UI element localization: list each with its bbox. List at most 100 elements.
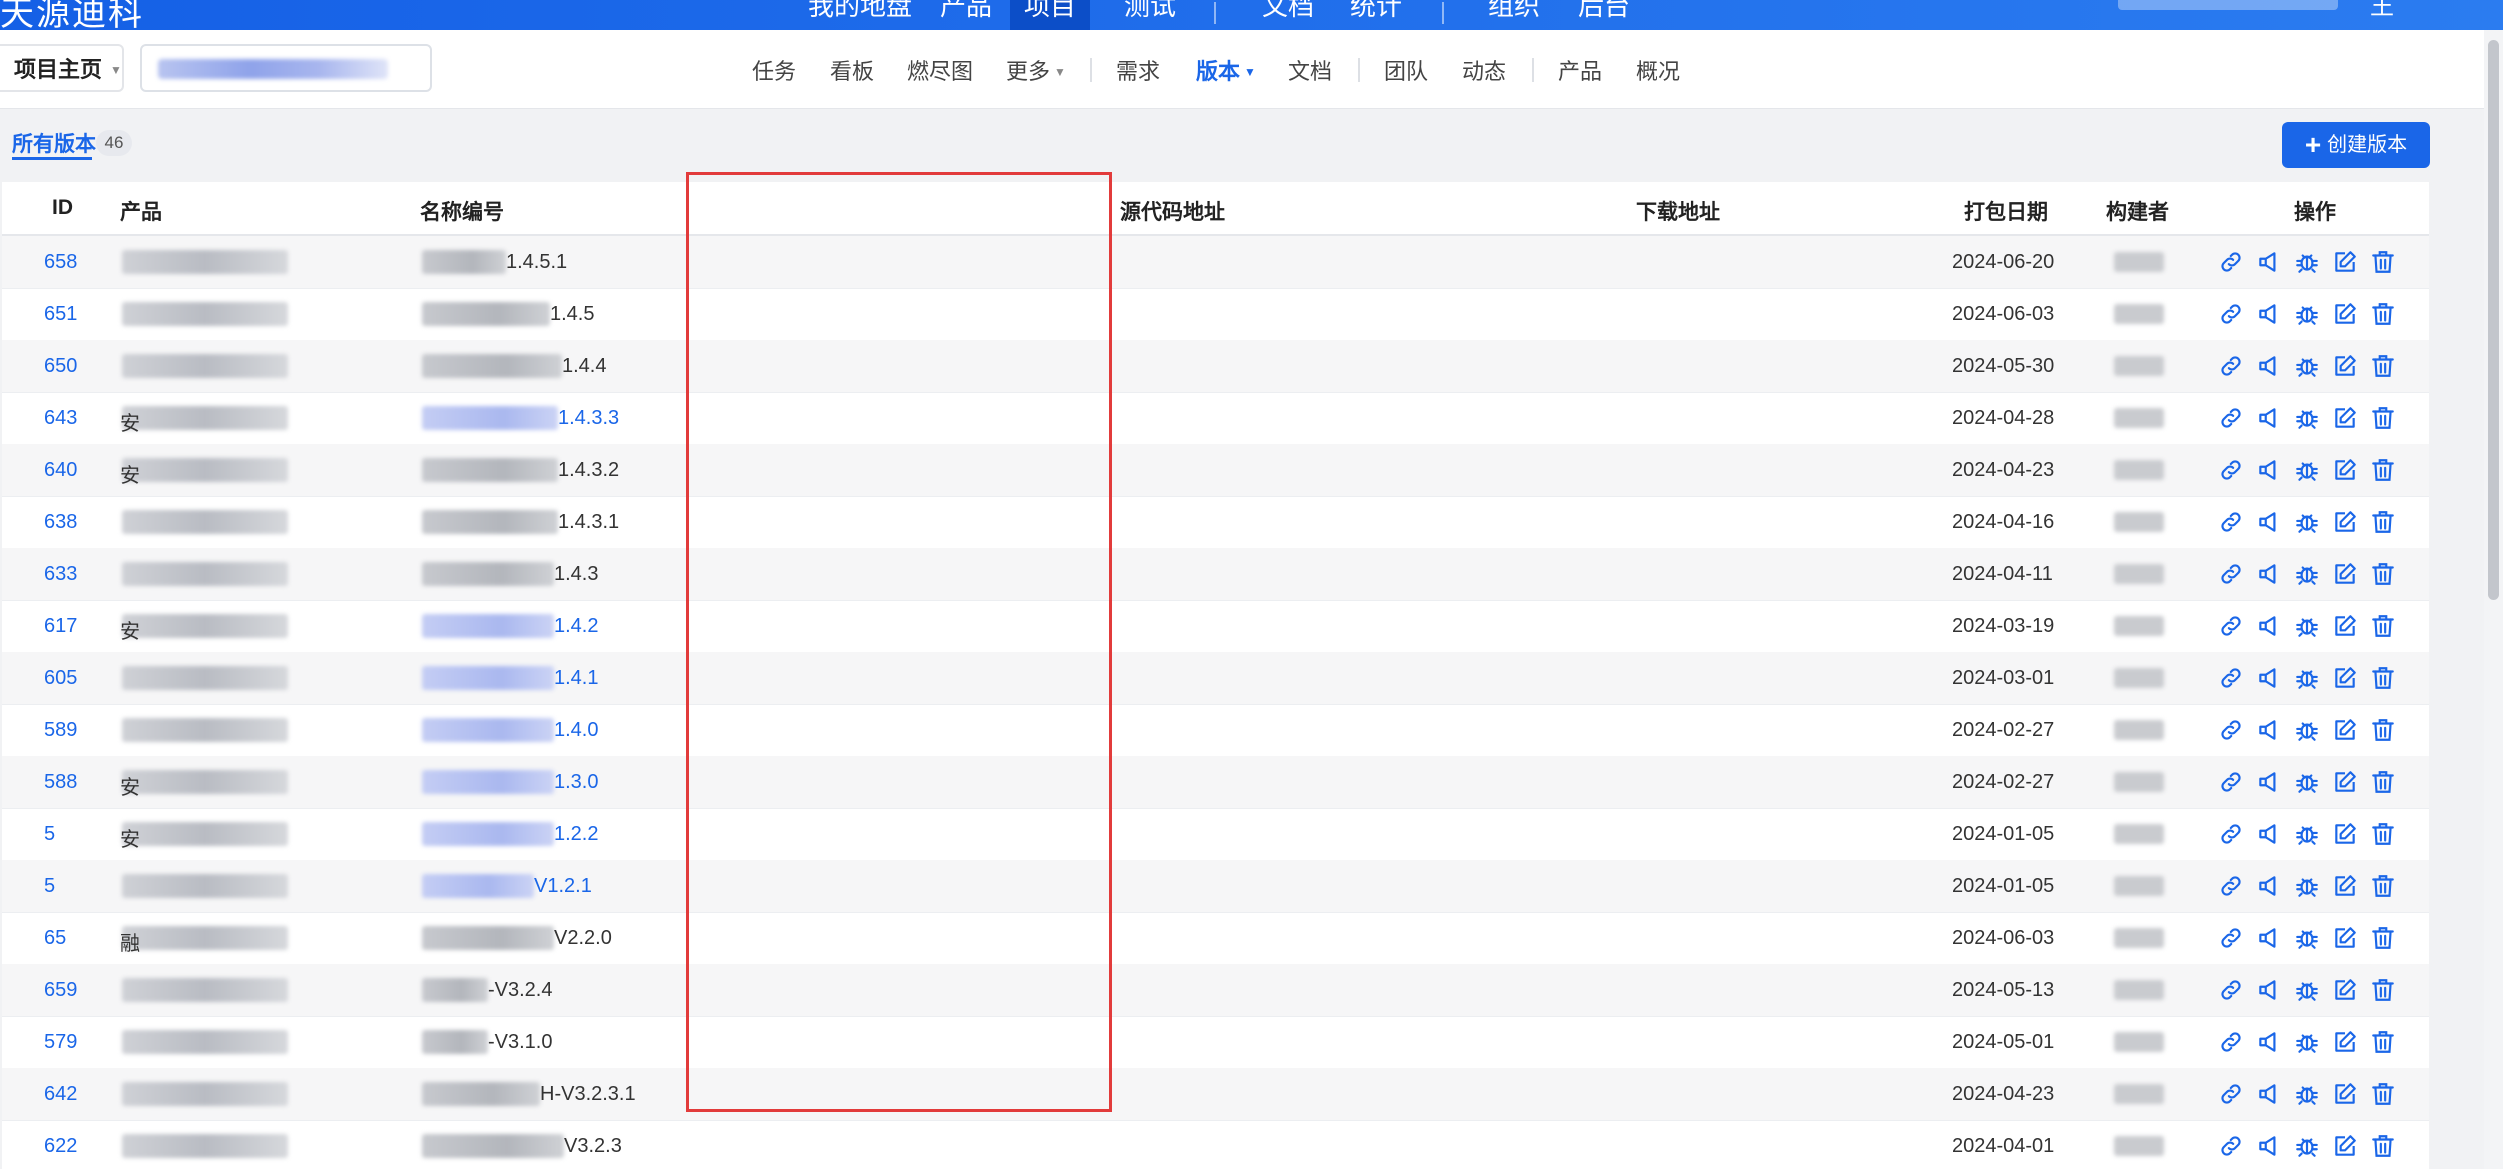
build-id-link[interactable]: 658	[44, 251, 77, 274]
tab-dynamic[interactable]: 动态	[1462, 54, 1506, 86]
publish-icon[interactable]	[2256, 717, 2282, 743]
tab-kanban[interactable]: 看板	[830, 54, 874, 86]
build-name-link[interactable]: V3.2.3	[564, 1135, 622, 1158]
publish-icon[interactable]	[2256, 977, 2282, 1003]
edit-icon[interactable]	[2332, 509, 2358, 535]
delete-icon[interactable]	[2370, 665, 2396, 691]
link-icon[interactable]	[2218, 1081, 2244, 1107]
edit-icon[interactable]	[2332, 769, 2358, 795]
nav-test[interactable]: 测试	[1124, 0, 1176, 23]
bug-icon[interactable]	[2294, 977, 2320, 1003]
link-icon[interactable]	[2218, 249, 2244, 275]
build-name-link[interactable]: 1.4.5	[550, 303, 594, 326]
tab-burndown[interactable]: 燃尽图	[907, 54, 973, 86]
edit-icon[interactable]	[2332, 457, 2358, 483]
link-icon[interactable]	[2218, 405, 2244, 431]
publish-icon[interactable]	[2256, 405, 2282, 431]
build-name-link[interactable]: H-V3.2.3.1	[540, 1083, 636, 1106]
build-name-link[interactable]: 1.4.5.1	[506, 251, 567, 274]
nav-project[interactable]: 项目	[1024, 0, 1076, 23]
bug-icon[interactable]	[2294, 769, 2320, 795]
build-name-link[interactable]: 1.4.2	[554, 615, 598, 638]
link-icon[interactable]	[2218, 1133, 2244, 1159]
delete-icon[interactable]	[2370, 613, 2396, 639]
create-build-button[interactable]: + 创建版本	[2282, 122, 2430, 168]
bug-icon[interactable]	[2294, 821, 2320, 847]
build-id-link[interactable]: 5	[44, 875, 55, 898]
user-menu[interactable]: 王	[2370, 0, 2394, 21]
bug-icon[interactable]	[2294, 509, 2320, 535]
link-icon[interactable]	[2218, 457, 2244, 483]
delete-icon[interactable]	[2370, 1133, 2396, 1159]
build-id-link[interactable]: 643	[44, 407, 77, 430]
build-id-link[interactable]: 640	[44, 459, 77, 482]
delete-icon[interactable]	[2370, 925, 2396, 951]
nav-admin[interactable]: 后台	[1578, 0, 1630, 23]
delete-icon[interactable]	[2370, 405, 2396, 431]
build-name-link[interactable]: 1.2.2	[554, 823, 598, 846]
delete-icon[interactable]	[2370, 561, 2396, 587]
tab-task[interactable]: 任务	[752, 54, 796, 86]
link-icon[interactable]	[2218, 873, 2244, 899]
publish-icon[interactable]	[2256, 1029, 2282, 1055]
link-icon[interactable]	[2218, 509, 2244, 535]
delete-icon[interactable]	[2370, 873, 2396, 899]
header-id[interactable]: ID	[52, 196, 73, 220]
publish-icon[interactable]	[2256, 925, 2282, 951]
nav-org[interactable]: 组织	[1488, 0, 1540, 23]
build-id-link[interactable]: 579	[44, 1031, 77, 1054]
delete-icon[interactable]	[2370, 769, 2396, 795]
link-icon[interactable]	[2218, 717, 2244, 743]
build-id-link[interactable]: 622	[44, 1135, 77, 1158]
publish-icon[interactable]	[2256, 873, 2282, 899]
bug-icon[interactable]	[2294, 665, 2320, 691]
delete-icon[interactable]	[2370, 1029, 2396, 1055]
publish-icon[interactable]	[2256, 1133, 2282, 1159]
edit-icon[interactable]	[2332, 1081, 2358, 1107]
link-icon[interactable]	[2218, 613, 2244, 639]
build-name-link[interactable]: 1.3.0	[554, 771, 598, 794]
publish-icon[interactable]	[2256, 457, 2282, 483]
bug-icon[interactable]	[2294, 717, 2320, 743]
bug-icon[interactable]	[2294, 301, 2320, 327]
project-selector[interactable]	[140, 44, 432, 92]
nav-stats[interactable]: 统计	[1350, 0, 1402, 23]
build-name-link[interactable]: 1.4.1	[554, 667, 598, 690]
link-icon[interactable]	[2218, 977, 2244, 1003]
build-name-link[interactable]: 1.4.3.2	[558, 459, 619, 482]
build-id-link[interactable]: 5	[44, 823, 55, 846]
delete-icon[interactable]	[2370, 301, 2396, 327]
edit-icon[interactable]	[2332, 405, 2358, 431]
bug-icon[interactable]	[2294, 353, 2320, 379]
build-id-link[interactable]: 65	[44, 927, 66, 950]
delete-icon[interactable]	[2370, 457, 2396, 483]
edit-icon[interactable]	[2332, 249, 2358, 275]
bug-icon[interactable]	[2294, 1133, 2320, 1159]
build-name-link[interactable]: -V3.2.4	[488, 979, 552, 1002]
tab-more[interactable]: 更多 ▼	[1006, 54, 1066, 86]
publish-icon[interactable]	[2256, 301, 2282, 327]
global-search-input[interactable]	[2118, 0, 2338, 10]
tab-build[interactable]: 版本 ▼	[1196, 54, 1256, 86]
link-icon[interactable]	[2218, 353, 2244, 379]
bug-icon[interactable]	[2294, 1081, 2320, 1107]
build-id-link[interactable]: 651	[44, 303, 77, 326]
edit-icon[interactable]	[2332, 353, 2358, 379]
edit-icon[interactable]	[2332, 613, 2358, 639]
delete-icon[interactable]	[2370, 249, 2396, 275]
header-name[interactable]: 名称编号	[420, 196, 504, 226]
bug-icon[interactable]	[2294, 561, 2320, 587]
tab-doc[interactable]: 文档	[1288, 54, 1332, 86]
build-id-link[interactable]: 659	[44, 979, 77, 1002]
publish-icon[interactable]	[2256, 1081, 2282, 1107]
publish-icon[interactable]	[2256, 665, 2282, 691]
edit-icon[interactable]	[2332, 665, 2358, 691]
edit-icon[interactable]	[2332, 1029, 2358, 1055]
project-home-dropdown[interactable]: 项目主页 ▼	[0, 44, 124, 92]
build-name-link[interactable]: 1.4.3.1	[558, 511, 619, 534]
link-icon[interactable]	[2218, 1029, 2244, 1055]
edit-icon[interactable]	[2332, 925, 2358, 951]
delete-icon[interactable]	[2370, 821, 2396, 847]
delete-icon[interactable]	[2370, 717, 2396, 743]
publish-icon[interactable]	[2256, 561, 2282, 587]
